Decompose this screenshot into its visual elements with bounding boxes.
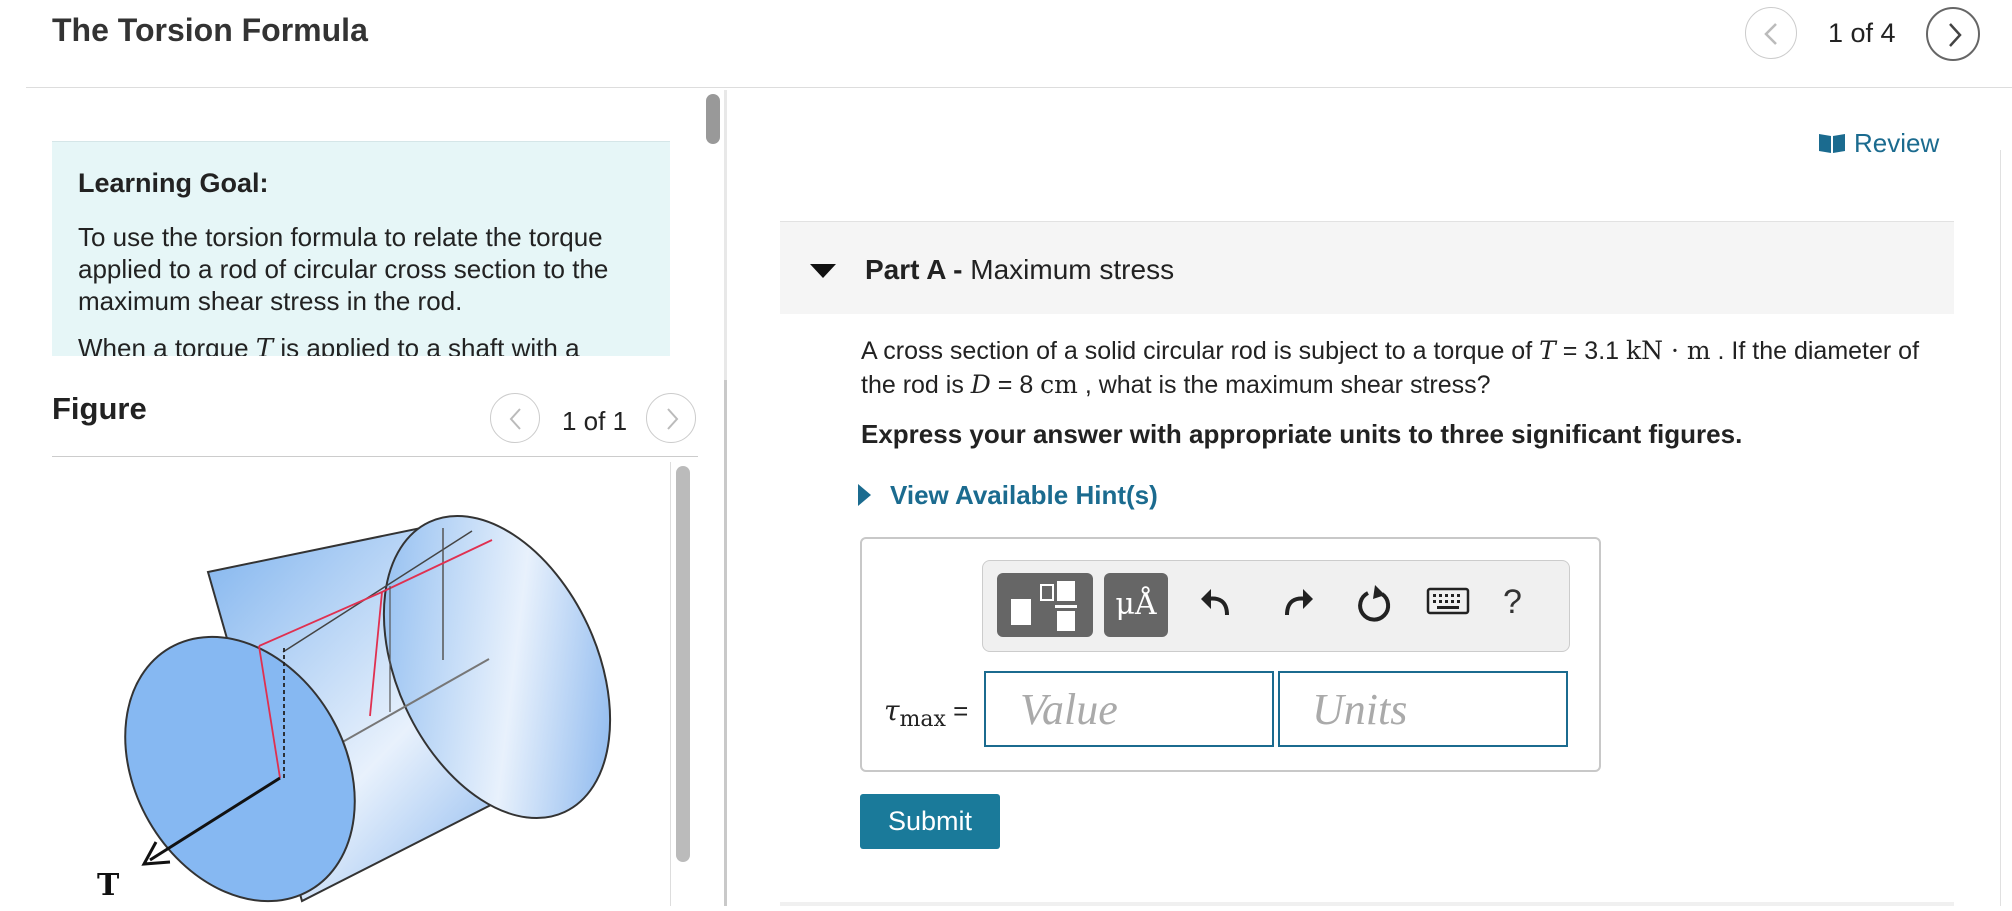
templates-button[interactable] bbox=[997, 573, 1093, 637]
book-icon bbox=[1819, 134, 1845, 153]
units-button[interactable]: μÅ bbox=[1104, 573, 1168, 637]
keyboard-icon[interactable] bbox=[1426, 585, 1476, 635]
figure-area: T bbox=[52, 462, 671, 906]
redo-icon[interactable] bbox=[1271, 579, 1321, 629]
fraction-template-icon bbox=[1011, 581, 1077, 631]
figure-pager: 1 of 1 bbox=[562, 406, 628, 436]
torque-label: T bbox=[97, 868, 120, 903]
units-input[interactable] bbox=[1278, 671, 1568, 747]
chevron-right-icon bbox=[667, 408, 679, 430]
figure-title: Figure bbox=[52, 391, 147, 426]
next-button[interactable] bbox=[1926, 7, 1980, 61]
value-input[interactable] bbox=[984, 671, 1274, 747]
math-toolbar: μÅ ? bbox=[982, 560, 1570, 652]
right-border bbox=[2000, 150, 2001, 906]
torsion-rod-diagram: T bbox=[97, 514, 612, 903]
question-text: A cross section of a solid circular rod … bbox=[861, 336, 1920, 399]
view-hints-label: View Available Hint(s) bbox=[890, 480, 1158, 510]
review-link[interactable]: Review bbox=[1818, 128, 1939, 159]
answer-variable: τmax = bbox=[884, 694, 969, 733]
chevron-left-icon bbox=[1764, 23, 1777, 45]
answer-instruction: Express your answer with appropriate uni… bbox=[861, 419, 1743, 449]
reset-icon[interactable] bbox=[1349, 579, 1399, 629]
help-button[interactable]: ? bbox=[1503, 583, 1522, 622]
header-divider bbox=[26, 87, 2012, 88]
submit-button[interactable]: Submit bbox=[860, 794, 1000, 849]
learning-goal-title: Learning Goal: bbox=[78, 168, 269, 198]
page-title: The Torsion Formula bbox=[52, 12, 368, 48]
caret-right-icon bbox=[858, 484, 871, 506]
figure-scrollbar[interactable] bbox=[676, 466, 690, 862]
panel-divider-handle[interactable] bbox=[724, 380, 727, 906]
learning-goal-panel: Learning Goal: To use the torsion formul… bbox=[52, 141, 670, 356]
part-a-title: Part A - Maximum stress bbox=[865, 254, 1175, 285]
learning-goal-scrollbar[interactable] bbox=[706, 94, 720, 144]
figure-divider bbox=[52, 456, 698, 457]
item-pager: 1 of 4 bbox=[1828, 18, 1896, 48]
figure-previous-button[interactable] bbox=[490, 393, 540, 443]
caret-down-icon[interactable] bbox=[810, 264, 836, 280]
previous-button[interactable] bbox=[1745, 7, 1797, 59]
part-bottom-border bbox=[780, 902, 1954, 906]
figure-next-button[interactable] bbox=[646, 393, 696, 443]
learning-goal-continued-text: When a torque T is applied to a shaft wi… bbox=[78, 333, 580, 356]
undo-icon[interactable] bbox=[1193, 579, 1243, 629]
part-a-header[interactable]: Part A - Maximum stress bbox=[780, 221, 1954, 314]
chevron-left-icon bbox=[509, 408, 521, 430]
view-hints-link[interactable]: View Available Hint(s) bbox=[858, 480, 1158, 511]
chevron-right-icon bbox=[1949, 23, 1962, 47]
review-label: Review bbox=[1854, 128, 1940, 158]
learning-goal-text: To use the torsion formula to relate the… bbox=[78, 222, 609, 316]
